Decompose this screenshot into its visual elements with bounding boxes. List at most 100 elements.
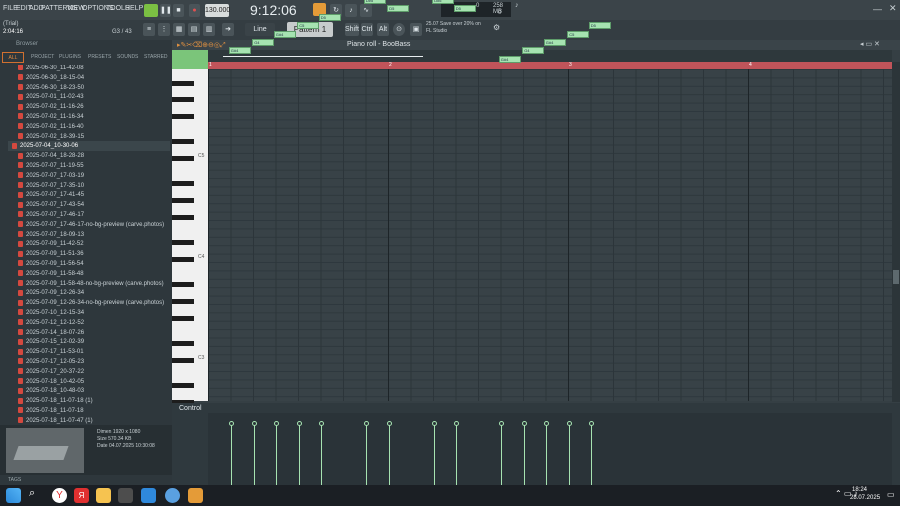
metronome-icon[interactable]: ♪ <box>345 4 357 17</box>
file-item[interactable]: 2025-07-02_18-39-15 <box>18 132 84 142</box>
black-key[interactable] <box>172 139 194 145</box>
note[interactable]: D#5 <box>363 0 386 4</box>
velocity-handle[interactable] <box>498 421 504 426</box>
file-item[interactable]: 2025-07-02_11-16-26 <box>18 102 84 112</box>
velocity-bar[interactable] <box>254 423 256 485</box>
velocity-handle[interactable] <box>543 421 549 426</box>
windows-start-icon[interactable] <box>6 488 21 503</box>
tool-icons[interactable]: ▸✎✂⌫⊕⊖◎⤢ <box>177 41 226 50</box>
shift-button[interactable]: Shift <box>345 23 359 36</box>
file-item[interactable]: 2025-07-07_17-46-17-no-bg-preview (carve… <box>18 220 164 230</box>
velocity-bar[interactable] <box>230 423 232 485</box>
velocity-bar[interactable] <box>545 423 547 485</box>
channel-rack-icon[interactable]: ▦ <box>173 23 185 36</box>
yandex-browser-icon[interactable]: Y <box>52 488 67 503</box>
velocity-bar[interactable] <box>275 423 277 485</box>
note-grid[interactable]: G#4 G4 G#4 C5 D5 D#5 D5 D#5 D5 G#4 G4 G#4 C5 D5 <box>208 0 892 401</box>
snap-select[interactable]: Line <box>245 23 275 36</box>
plugin-icon[interactable]: ⊙ <box>393 23 405 36</box>
file-item[interactable]: 2025-07-07_17-46-17 <box>18 210 84 220</box>
tab-presets[interactable]: PRESETS <box>88 52 111 63</box>
file-item[interactable]: 2025-07-09_11-42-52 <box>18 239 84 249</box>
song-mode-button[interactable] <box>144 4 158 17</box>
velocity-handle[interactable] <box>228 421 234 426</box>
velocity-handle[interactable] <box>522 421 528 426</box>
velocity-lane[interactable] <box>208 413 892 485</box>
file-item[interactable]: 2025-07-09_11-58-48-no-bg-preview (carve… <box>18 279 164 289</box>
file-item[interactable]: 2025-07-09_12-26-34-no-bg-preview (carve… <box>18 298 164 308</box>
note[interactable]: G#4 <box>273 30 296 38</box>
black-key[interactable] <box>172 298 194 304</box>
black-key[interactable] <box>172 181 194 187</box>
store-icon[interactable] <box>141 488 156 503</box>
chrome-icon[interactable] <box>165 488 180 503</box>
news-icon[interactable]: ▣ <box>410 23 422 36</box>
tab-sounds[interactable]: SOUNDS <box>117 52 138 63</box>
velocity-handle[interactable] <box>252 421 258 426</box>
file-item[interactable]: 2025-07-18_11-07-18 <box>18 406 84 416</box>
black-key[interactable] <box>172 114 194 120</box>
file-item[interactable]: 2025-07-10_12-15-34 <box>18 308 84 318</box>
file-item[interactable]: 2025-07-18_10-42-05 <box>18 377 84 387</box>
file-item[interactable]: 2025-07-07_17-03-19 <box>18 171 84 181</box>
note[interactable]: G#4 <box>228 47 251 55</box>
file-item[interactable]: 2025-07-18_10-48-03 <box>18 386 84 396</box>
timeline-ruler[interactable]: 1 2 3 4 <box>208 62 892 69</box>
file-item[interactable]: 2025-07-18_11-07-47 (1) <box>18 416 93 425</box>
file-item[interactable]: 2025-07-12_12-12-52 <box>18 318 84 328</box>
settings-icon[interactable]: ⚙ <box>493 23 500 32</box>
tempo-display[interactable]: 130.000 <box>205 4 230 17</box>
alt-button[interactable]: Alt <box>377 23 389 36</box>
media-icon[interactable] <box>118 488 133 503</box>
note[interactable]: D5 <box>453 5 476 13</box>
fl-studio-icon[interactable] <box>188 488 203 503</box>
piano-roll-icon[interactable]: ▤ <box>188 23 200 36</box>
file-item[interactable]: 2025-07-18_11-07-18 (1) <box>18 396 93 406</box>
waveform-icon[interactable]: ∿ <box>360 4 372 17</box>
velocity-handle[interactable] <box>297 421 303 426</box>
black-key[interactable] <box>172 240 194 246</box>
record-button[interactable]: ● <box>189 4 200 17</box>
file-item[interactable]: 2025-07-01_11-02-43 <box>18 92 84 102</box>
black-key[interactable] <box>172 80 194 86</box>
note[interactable]: C5 <box>297 22 320 30</box>
note[interactable]: D5 <box>387 5 410 13</box>
stop-button[interactable]: ■ <box>173 4 184 17</box>
black-key[interactable] <box>172 282 194 288</box>
velocity-handle[interactable] <box>588 421 594 426</box>
note[interactable]: G#4 <box>543 39 566 46</box>
black-key[interactable] <box>172 198 194 204</box>
velocity-handle[interactable] <box>318 421 324 426</box>
close-icon[interactable]: ✕ <box>889 3 897 14</box>
file-item[interactable]: 2025-07-04_18-28-28 <box>18 151 84 161</box>
minimize-icon[interactable]: — <box>873 4 882 14</box>
note[interactable]: G4 <box>252 39 275 46</box>
velocity-handle[interactable] <box>567 421 573 426</box>
piano-keyboard[interactable]: C5 C4 C3 <box>172 69 208 405</box>
file-item[interactable]: 2025-07-15_12-02-39 <box>18 337 84 347</box>
file-item[interactable]: 2025-06-30_18-15-04 <box>18 73 84 83</box>
ctrl-button[interactable]: Ctrl <box>361 23 373 36</box>
window-buttons[interactable]: ◂ ▭ ✕ <box>860 40 880 48</box>
file-item[interactable]: 2025-07-04_10-30-06 <box>8 141 170 152</box>
note[interactable]: D5 <box>318 13 341 21</box>
file-item[interactable]: 2025-07-17_20-37-22 <box>18 367 84 377</box>
tab-plugins[interactable]: PLUGINS <box>59 52 81 63</box>
note[interactable]: D5 <box>588 22 611 30</box>
file-item[interactable]: 2025-07-07_17-35-10 <box>18 181 84 191</box>
vertical-scrollbar[interactable] <box>892 62 900 402</box>
file-item[interactable]: 2025-07-09_11-56-54 <box>18 259 84 269</box>
velocity-handle[interactable] <box>273 421 279 426</box>
notification-icon[interactable]: ▭ <box>887 490 895 499</box>
note[interactable]: G#4 <box>498 55 521 63</box>
black-key[interactable] <box>172 156 194 162</box>
velocity-bar[interactable] <box>524 423 526 485</box>
yandex-icon[interactable]: Я <box>74 488 89 503</box>
velocity-handle[interactable] <box>387 421 393 426</box>
velocity-bar[interactable] <box>365 423 367 485</box>
black-key[interactable] <box>172 214 194 220</box>
velocity-bar[interactable] <box>299 423 301 485</box>
velocity-handle[interactable] <box>432 421 438 426</box>
velocity-bar[interactable] <box>434 423 436 485</box>
tab-starred[interactable]: STARRED <box>144 52 168 63</box>
